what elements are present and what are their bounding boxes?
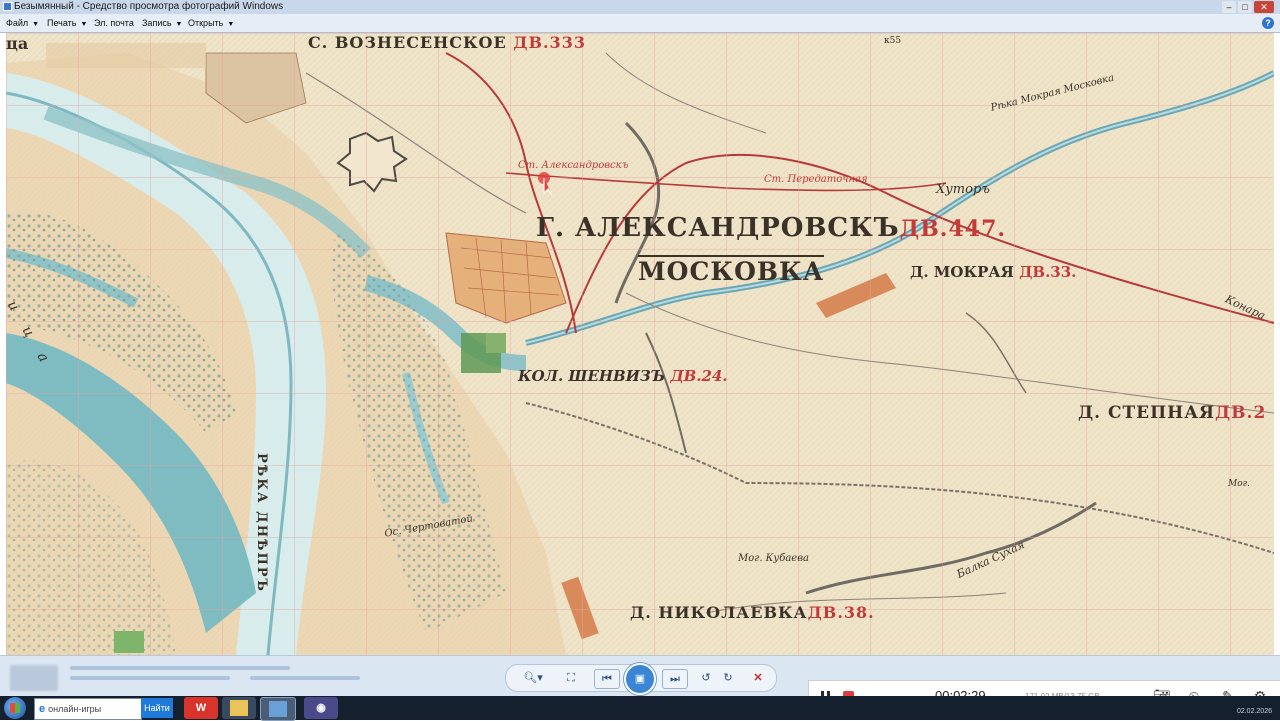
taskbar-app-recorder[interactable]: ◉	[304, 697, 338, 719]
windows-logo-icon	[10, 703, 20, 713]
map-label-nikolaevka: Д. НИКОЛАЕВКАДВ.38.	[630, 603, 875, 622]
photo-icon	[269, 701, 287, 717]
search-input-value: онлайн-игры	[48, 704, 102, 714]
label-nikolaevka-dv: ДВ.38.	[807, 603, 875, 622]
viewer-controls: 🔍︎▾ ⛶ ⏮ ▣ ⏭ ↺ ↻ ✕	[505, 663, 777, 695]
chevron-down-icon: ▼	[80, 21, 88, 28]
map-label-station-aleksandrovsk: Ст. Александровскъ	[518, 160, 629, 171]
minimize-button[interactable]: –	[1222, 1, 1236, 13]
window-title: Безымянный - Средство просмотра фотограф…	[14, 1, 284, 12]
label-mokraya-name: Д. МОКРАЯ	[910, 263, 1014, 281]
menu-file-label: Файл	[6, 18, 29, 28]
wps-icon: W	[195, 702, 207, 714]
fit-to-window-icon[interactable]: ⛶	[562, 669, 580, 687]
close-button[interactable]: ✕	[1254, 1, 1274, 13]
map-label-sheet-number: к55	[884, 36, 902, 46]
label-mokraya-dv: ДВ.33.	[1019, 263, 1077, 281]
folder-icon	[230, 700, 248, 716]
label-voznesenskoe-name: С. ВОЗНЕСЕНСКОЕ	[308, 33, 507, 52]
rotate-ccw-icon[interactable]: ↺	[698, 669, 714, 687]
map-label-aleksandrovsk: Г. АЛЕКСАНДРОВСКЪДВ.447.	[536, 213, 1006, 243]
map-label-mog: Мог.	[1228, 479, 1251, 489]
internet-explorer-icon: e	[39, 703, 46, 715]
zoom-icon[interactable]: 🔍︎▾	[522, 669, 544, 687]
menu-record-label: Запись	[142, 18, 172, 28]
menu-open[interactable]: Открыть ▼	[188, 14, 234, 34]
menu-email[interactable]: Эл. почта	[94, 14, 134, 32]
window-controls: – □ ✕	[1222, 0, 1274, 14]
window-titlebar: Безымянный - Средство просмотра фотограф…	[0, 0, 1280, 14]
map-label-mog-kubaeva: Мог. Кубаева	[738, 553, 809, 564]
help-icon[interactable]: ?	[1262, 17, 1274, 29]
map-label-dnepr: РѢКА ДНѢПРЪ	[254, 453, 269, 593]
taskbar: e онлайн-игры Найти W ◉ 02.02.2026	[0, 696, 1280, 721]
menu-print-label: Печать	[47, 18, 77, 28]
label-aleksandrovsk-name: Г. АЛЕКСАНДРОВСКЪ	[536, 213, 900, 243]
blurred-status-info	[10, 662, 370, 691]
label-nikolaevka-name: Д. НИКОЛАЕВКА	[630, 603, 808, 622]
next-icon[interactable]: ⏭	[662, 669, 688, 689]
delete-icon[interactable]: ✕	[750, 669, 766, 687]
taskbar-app-wps[interactable]: W	[184, 697, 218, 719]
label-kolonia-dv: ДВ.24.	[670, 367, 728, 385]
label-stepnaya-name: Д. СТЕПНАЯ	[1078, 403, 1216, 423]
label-kolonia-name: КОЛ. ШЕНВИЗЪ	[518, 367, 666, 385]
search-input[interactable]: e онлайн-игры	[34, 698, 142, 720]
label-aleksandrovsk-dv: ДВ.447.	[899, 216, 1007, 242]
search-button[interactable]: Найти	[141, 698, 173, 718]
slideshow-button[interactable]: ▣	[624, 663, 656, 695]
label-voznesenskoe-dv: ДВ.333	[513, 33, 586, 52]
photo-viewer-app-icon	[3, 2, 12, 11]
map-image[interactable]: ца С. ВОЗНЕСЕНСКОЕ ДВ.333 к55 Ст. Алекса…	[6, 33, 1274, 655]
map-label-mokraya: Д. МОКРАЯ ДВ.33.	[910, 263, 1076, 281]
menu-file[interactable]: Файл ▼	[6, 14, 39, 34]
taskbar-date: 02.02.2026	[1236, 708, 1272, 715]
map-label-kolonia-shenviz: КОЛ. ШЕНВИЗЪ ДВ.24.	[518, 367, 728, 385]
menu-print[interactable]: Печать ▼	[47, 14, 87, 34]
map-label-tsa: ца	[6, 34, 29, 53]
start-button[interactable]	[4, 697, 26, 719]
rotate-cw-icon[interactable]: ↻	[720, 669, 736, 687]
menu-open-label: Открыть	[188, 18, 224, 28]
recorder-icon: ◉	[316, 702, 326, 714]
blurred-line	[70, 666, 290, 670]
map-label-station-peredatochnaya: Ст. Передаточная	[764, 174, 868, 185]
chevron-down-icon: ▼	[175, 21, 183, 28]
menu-record[interactable]: Запись ▼	[142, 14, 182, 34]
map-label-khutor: Хуторъ	[936, 182, 990, 197]
blurred-line	[70, 676, 230, 680]
taskbar-app-photo-viewer[interactable]	[260, 697, 296, 721]
label-stepnaya-dv: ДВ.2	[1215, 403, 1267, 423]
blurred-thumbnail	[10, 665, 58, 691]
maximize-button[interactable]: □	[1238, 1, 1252, 13]
previous-icon[interactable]: ⏮	[594, 669, 620, 689]
chevron-down-icon: ▼	[227, 21, 235, 28]
map-label-voznesenskoe: С. ВОЗНЕСЕНСКОЕ ДВ.333	[308, 33, 586, 52]
map-label-stepnaya: Д. СТЕПНАЯДВ.2	[1078, 403, 1266, 423]
map-label-moskovka: МОСКОВКА	[638, 255, 825, 286]
taskbar-app-explorer[interactable]	[222, 697, 256, 719]
menu-bar: Файл ▼ Печать ▼ Эл. почта Запись ▼ Открыть ▼…	[0, 14, 1280, 33]
blurred-line	[250, 676, 360, 680]
menu-email-label: Эл. почта	[94, 18, 134, 28]
map-artwork	[6, 33, 1274, 655]
chevron-down-icon: ▼	[32, 21, 40, 28]
